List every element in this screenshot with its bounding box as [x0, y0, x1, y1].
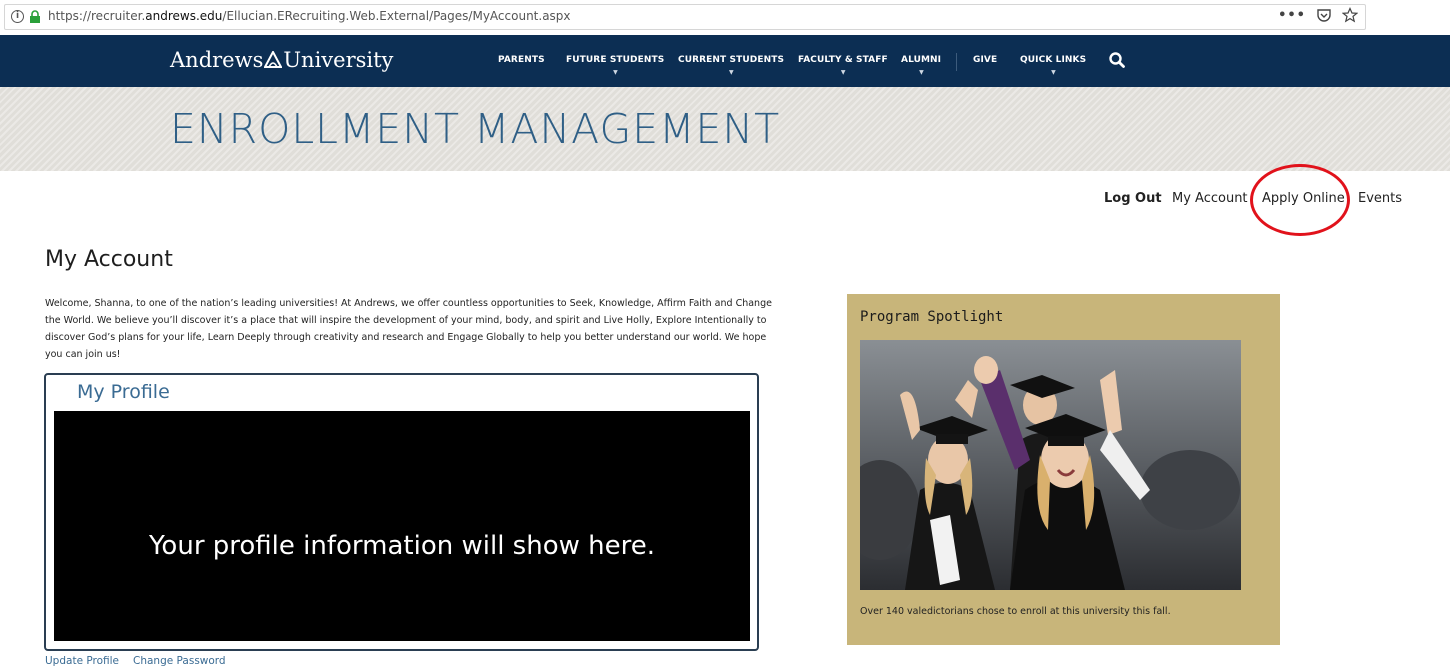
- profile-info-area: Your profile information will show here.: [54, 411, 750, 641]
- site-header: Andrews University PARENTS FUTURE STUDEN…: [0, 35, 1450, 87]
- chevron-down-icon: ▼: [729, 69, 734, 76]
- chevron-down-icon: ▼: [919, 69, 924, 76]
- nav-alumni[interactable]: ALUMNI ▼: [901, 55, 941, 76]
- nav-faculty-staff[interactable]: FACULTY & STAFF ▼: [798, 55, 888, 76]
- pocket-icon[interactable]: [1316, 7, 1332, 23]
- events-link[interactable]: Events: [1358, 191, 1402, 206]
- page-banner: ENROLLMENT MANAGEMENT: [0, 87, 1450, 171]
- more-actions-icon[interactable]: •••: [1278, 8, 1306, 23]
- profile-card-title: My Profile: [77, 381, 170, 403]
- welcome-text: Welcome, Shanna, to one of the nation’s …: [45, 298, 772, 360]
- update-profile-link[interactable]: Update Profile: [45, 655, 119, 667]
- log-out-link[interactable]: Log Out: [1104, 191, 1162, 206]
- university-logo[interactable]: Andrews University: [170, 48, 393, 72]
- chevron-down-icon: ▼: [840, 69, 846, 76]
- bookmark-star-icon[interactable]: [1342, 7, 1358, 23]
- chevron-down-icon: ▼: [613, 69, 618, 76]
- spotlight-title: Program Spotlight: [860, 309, 1004, 325]
- change-password-link[interactable]: Change Password: [133, 655, 226, 667]
- search-icon[interactable]: [1108, 51, 1126, 69]
- user-nav: Log Out My Account Apply Online Events: [0, 191, 1450, 211]
- banner-title: ENROLLMENT MANAGEMENT: [170, 105, 781, 153]
- graduates-photo: [860, 340, 1241, 590]
- lock-icon[interactable]: [28, 10, 42, 24]
- nav-divider: [956, 53, 957, 71]
- address-bar[interactable]: i https://recruiter.andrews.edu/Ellucian…: [4, 4, 1366, 30]
- logo-mark-icon: [264, 51, 283, 68]
- nav-parents[interactable]: PARENTS: [498, 55, 545, 65]
- nav-quick-links[interactable]: QUICK LINKS ▼: [1020, 55, 1086, 76]
- info-icon[interactable]: i: [11, 10, 24, 23]
- nav-future-students[interactable]: FUTURE STUDENTS ▼: [566, 55, 664, 76]
- nav-give[interactable]: GIVE: [973, 55, 997, 65]
- my-account-link[interactable]: My Account: [1172, 191, 1248, 206]
- program-spotlight: Program Spotlight Over 140 valedictorian…: [847, 294, 1280, 645]
- nav-current-students[interactable]: CURRENT STUDENTS ▼: [678, 55, 784, 76]
- url-text[interactable]: https://recruiter.andrews.edu/Ellucian.E…: [48, 9, 571, 23]
- page-title: My Account: [45, 247, 173, 272]
- chevron-down-icon: ▼: [1051, 69, 1056, 76]
- browser-toolbar: i https://recruiter.andrews.edu/Ellucian…: [0, 0, 1450, 34]
- profile-placeholder-text: Your profile information will show here.: [149, 531, 655, 561]
- spotlight-caption: Over 140 valedictorians chose to enroll …: [860, 606, 1171, 617]
- my-profile-card: My Profile Your profile information will…: [44, 373, 759, 651]
- url-actions: •••: [1278, 7, 1358, 23]
- highlight-circle-annotation: [1250, 164, 1350, 236]
- profile-links: Update Profile Change Password: [45, 655, 240, 667]
